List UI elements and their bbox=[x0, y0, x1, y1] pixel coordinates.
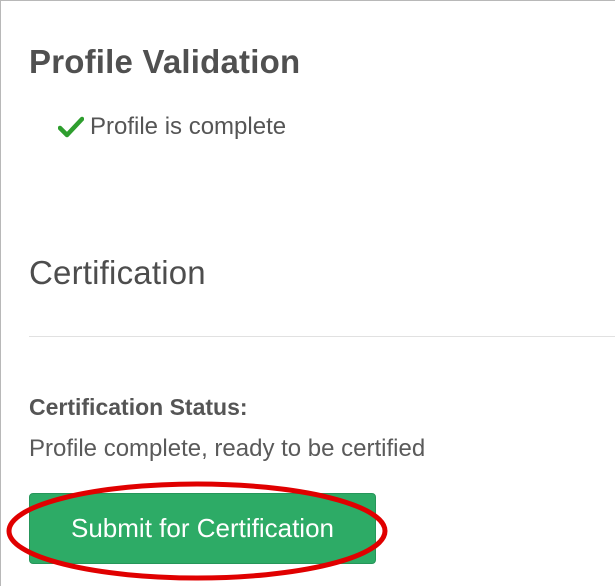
profile-check-row: Profile is complete bbox=[58, 113, 286, 141]
profile-status-text: Profile is complete bbox=[90, 113, 287, 140]
checkmark-icon bbox=[58, 116, 84, 138]
certification-status-text: Profile complete, ready to be certified bbox=[29, 435, 426, 462]
certification-status-label: Certification Status: bbox=[29, 394, 248, 420]
panel-frame: Profile Validation Profile is complete C… bbox=[0, 0, 615, 586]
certification-title: Certification bbox=[29, 254, 206, 291]
profile-validation-title: Profile Validation bbox=[29, 43, 301, 80]
section-divider bbox=[29, 336, 615, 337]
submit-for-certification-button[interactable]: Submit for Certification bbox=[29, 493, 376, 564]
